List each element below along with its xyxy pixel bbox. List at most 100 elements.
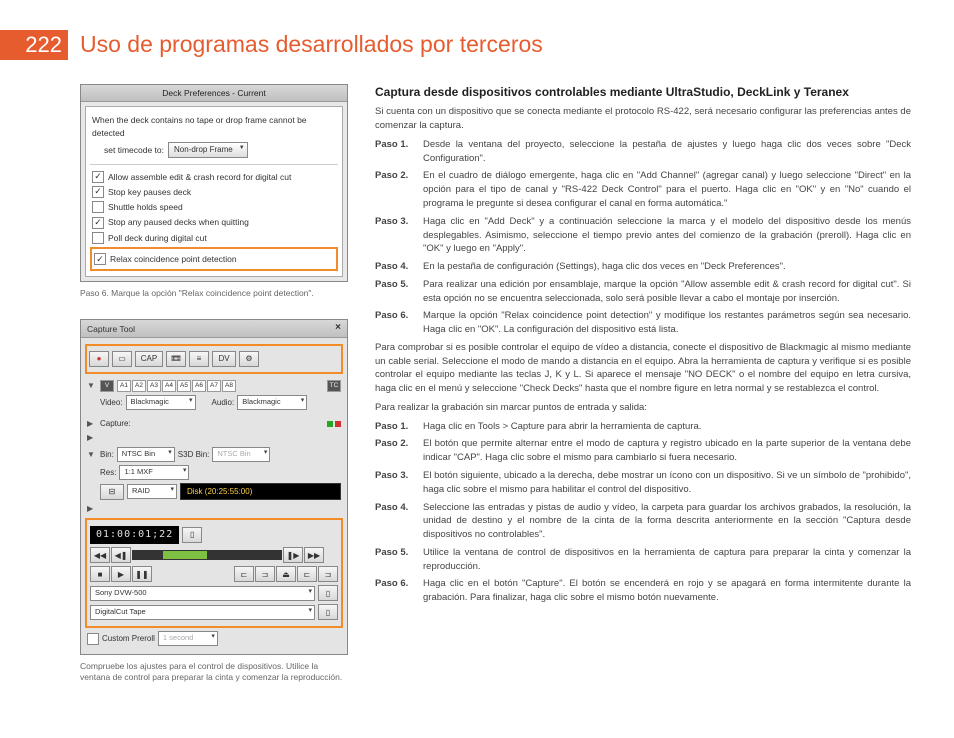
dialog-titlebar: Deck Preferences - Current (81, 85, 347, 102)
preroll-dropdown[interactable]: 1 second (158, 631, 218, 646)
capture-titlebar: Capture Tool × (81, 320, 347, 338)
eject-button[interactable]: ⏏ (276, 566, 296, 582)
track-a4[interactable]: A4 (162, 380, 176, 392)
checkbox-preroll[interactable] (87, 633, 99, 645)
shuttle-bar[interactable] (132, 550, 282, 560)
step-label: Paso 3. (375, 215, 423, 256)
mid-paragraph-1: Para comprobar si es posible controlar e… (375, 341, 911, 396)
tape-name-field[interactable]: DigitalCut Tape (90, 605, 315, 620)
step-row: Paso 1.Haga clic en Tools > Capture para… (375, 420, 911, 434)
page-number-bar: 222 (0, 30, 68, 60)
opt-stopkey-label: Stop key pauses deck (108, 186, 191, 198)
step-back-button[interactable]: ◀❚ (111, 547, 131, 563)
deck-info-icon[interactable]: ▯ (318, 585, 338, 601)
disclosure-triangle-icon[interactable]: ▼ (87, 449, 97, 461)
tape-info-icon[interactable]: ▯ (318, 604, 338, 620)
step-row: Paso 5.Utilice la ventana de control de … (375, 546, 911, 574)
options-button[interactable]: ⚙ (239, 351, 259, 367)
mark-button[interactable]: ⊐ (255, 566, 275, 582)
opt-relax-label: Relax coincidence point detection (110, 253, 237, 265)
disk-indicator: Disk (20:25:55:00) (180, 483, 341, 501)
close-icon[interactable]: × (335, 321, 341, 336)
mark-button[interactable]: ⊏ (297, 566, 317, 582)
opt-poll-label: Poll deck during digital cut (108, 232, 207, 244)
figure-deck-preferences: Deck Preferences - Current When the deck… (80, 84, 348, 282)
checkbox-shuttle[interactable] (92, 201, 104, 213)
step-label: Paso 3. (375, 469, 423, 497)
cap-toggle-button[interactable]: CAP (135, 351, 163, 367)
res-label: Res: (100, 467, 116, 479)
track-a1[interactable]: A1 (117, 380, 131, 392)
mark-button[interactable]: ⊏ (234, 566, 254, 582)
disclosure-triangle-icon[interactable]: ▼ (87, 380, 97, 392)
step-text: Utilice la ventana de control de disposi… (423, 546, 911, 574)
pause-button[interactable]: ❚❚ (132, 566, 152, 582)
step-label: Paso 2. (375, 169, 423, 210)
step-text: Desde la ventana del proyecto, seleccion… (423, 138, 911, 166)
res-dropdown[interactable]: 1:1 MXF (119, 465, 189, 480)
step-text: Haga clic en "Add Deck" y a continuación… (423, 215, 911, 256)
deck-intro-text: When the deck contains no tape or drop f… (92, 114, 336, 139)
audio-label: Audio: (212, 397, 235, 409)
figure1-caption: Paso 6. Marque la opción "Relax coincide… (80, 288, 348, 299)
step-text: Seleccione las entradas y pistas de audi… (423, 501, 911, 542)
waveform-icon[interactable]: ≡ (189, 351, 209, 367)
bin-dropdown[interactable]: NTSC Bin (117, 447, 175, 462)
ffwd-button[interactable]: ▶▶ (304, 547, 324, 563)
step-label: Paso 1. (375, 420, 423, 434)
step-text: En el cuadro de diálogo emergente, haga … (423, 169, 911, 210)
track-a8[interactable]: A8 (222, 380, 236, 392)
track-a3[interactable]: A3 (147, 380, 161, 392)
track-a2[interactable]: A2 (132, 380, 146, 392)
step-row: Paso 1.Desde la ventana del proyecto, se… (375, 138, 911, 166)
capture-title: Capture Tool (87, 323, 135, 335)
record-button[interactable]: ● (89, 351, 109, 367)
video-source-dropdown[interactable]: Blackmagic (126, 395, 196, 410)
set-timecode-label: set timecode to: (104, 144, 164, 156)
opt-assemble-label: Allow assemble edit & crash record for d… (108, 171, 291, 183)
raid-dropdown[interactable]: RAID (127, 484, 177, 499)
track-tc[interactable]: TC (327, 380, 341, 392)
mark-in-icon[interactable]: ▯ (182, 527, 202, 543)
track-a7[interactable]: A7 (207, 380, 221, 392)
right-column: Captura desde dispositivos controlables … (375, 84, 911, 609)
drive-button[interactable]: ⊟ (100, 484, 124, 500)
step-label: Paso 6. (375, 577, 423, 605)
checkbox-stopany[interactable]: ✓ (92, 217, 104, 229)
disclosure-triangle-icon[interactable]: ▶ (87, 432, 97, 444)
checkbox-stopkey[interactable]: ✓ (92, 186, 104, 198)
step-row: Paso 5.Para realizar una edición por ens… (375, 278, 911, 306)
track-a5[interactable]: A5 (177, 380, 191, 392)
opt-stopany-label: Stop any paused decks when quitting (108, 216, 249, 228)
deck-device-button[interactable]: 📼 (166, 351, 186, 367)
rewind-button[interactable]: ◀◀ (90, 547, 110, 563)
audio-source-dropdown[interactable]: Blackmagic (237, 395, 307, 410)
track-a6[interactable]: A6 (192, 380, 206, 392)
track-v[interactable]: V (100, 380, 114, 392)
checkbox-assemble[interactable]: ✓ (92, 171, 104, 183)
dv-button[interactable]: DV (212, 351, 236, 367)
step-row: Paso 4.Seleccione las entradas y pistas … (375, 501, 911, 542)
checkbox-poll[interactable] (92, 232, 104, 244)
video-label: Video: (100, 397, 123, 409)
step-label: Paso 6. (375, 309, 423, 337)
stop-button[interactable]: ■ (90, 566, 110, 582)
intro-paragraph: Si cuenta con un dispositivo que se cone… (375, 105, 911, 133)
figure2-caption: Compruebe los ajustes para el control de… (80, 661, 348, 683)
play-button[interactable]: ▶ (111, 566, 131, 582)
disclosure-triangle-icon[interactable]: ▶ (87, 503, 97, 515)
mark-button[interactable]: ⊐ (318, 566, 338, 582)
preroll-label: Custom Preroll (102, 633, 155, 645)
step-label: Paso 2. (375, 437, 423, 465)
timecode-dropdown[interactable]: Non-drop Frame (168, 142, 248, 158)
step-text: Haga clic en el botón "Capture". El botó… (423, 577, 911, 605)
disclosure-triangle-icon[interactable]: ▶ (87, 418, 97, 430)
step-fwd-button[interactable]: ❚▶ (283, 547, 303, 563)
page-title: Uso de programas desarrollados por terce… (80, 28, 543, 61)
step-label: Paso 5. (375, 278, 423, 306)
deck-name-dropdown[interactable]: Sony DVW-500 (90, 586, 315, 601)
left-column: Deck Preferences - Current When the deck… (80, 84, 348, 683)
s3d-bin-dropdown[interactable]: NTSC Bin (212, 447, 270, 462)
monitor-icon[interactable]: ▭ (112, 351, 132, 367)
checkbox-relax[interactable]: ✓ (94, 253, 106, 265)
